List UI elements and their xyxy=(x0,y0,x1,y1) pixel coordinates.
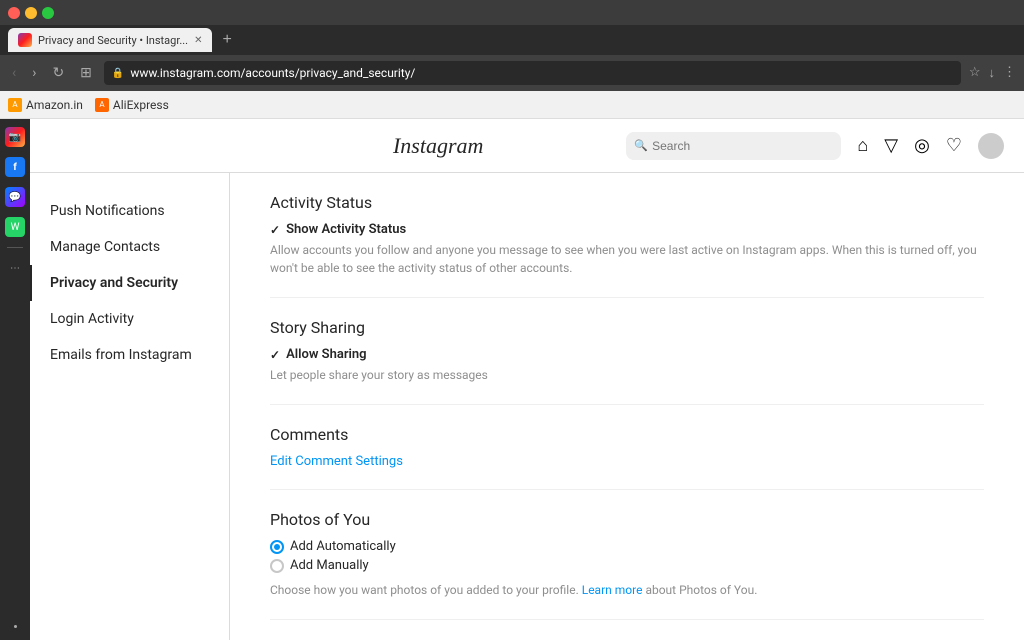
ali-label: AliExpress xyxy=(113,98,169,112)
close-traffic-light[interactable] xyxy=(8,7,20,19)
dock-messenger[interactable]: 💬 xyxy=(5,187,25,207)
main-content: Instagram 🔍 ⌂ ▽ ◎ ♡ Push Notifications xyxy=(30,119,1024,640)
maximize-traffic-light[interactable] xyxy=(42,7,54,19)
user-avatar[interactable] xyxy=(978,133,1004,159)
dock-more[interactable]: ⋯ xyxy=(5,258,25,278)
activity-status-desc: Allow accounts you follow and anyone you… xyxy=(270,241,984,277)
content-area: Push Notifications Manage Contacts Priva… xyxy=(30,173,1024,640)
tab-favicon xyxy=(18,33,32,47)
macos-dock: 📷 f 💬 W ⋯ xyxy=(0,119,30,640)
sidebar-item-login-activity[interactable]: Login Activity xyxy=(30,301,229,337)
comments-title: Comments xyxy=(270,425,984,444)
address-bar: ‹ › ↻ ⊞ 🔒 www.instagram.com/accounts/pri… xyxy=(0,55,1024,91)
photos-of-you-section: Photos of You Add Automatically Add Manu… xyxy=(270,510,984,620)
radio-add-manually[interactable]: Add Manually xyxy=(270,558,984,573)
search-icon: 🔍 xyxy=(634,139,648,152)
dock-divider xyxy=(7,247,23,248)
radio-group-photos: Add Automatically Add Manually xyxy=(270,539,984,573)
bookmark-aliexpress[interactable]: A AliExpress xyxy=(95,98,169,112)
search-input[interactable] xyxy=(652,139,833,153)
radio-auto-circle xyxy=(270,540,284,554)
instagram-logo: Instagram xyxy=(393,133,483,159)
address-bar-icons: ☆ ↓ ⋮ xyxy=(969,65,1016,81)
forward-button[interactable]: › xyxy=(28,63,40,83)
sidebar-item-emails[interactable]: Emails from Instagram xyxy=(30,337,229,373)
lock-icon: 🔒 xyxy=(112,68,124,79)
radio-add-automatically[interactable]: Add Automatically xyxy=(270,539,984,554)
dock-instagram[interactable]: 📷 xyxy=(5,127,25,147)
sidebar-item-push-notifications[interactable]: Push Notifications xyxy=(30,193,229,229)
url-text: www.instagram.com/accounts/privacy_and_s… xyxy=(130,66,415,80)
comments-section: Comments Edit Comment Settings xyxy=(270,425,984,490)
bookmark-amazon[interactable]: A Amazon.in xyxy=(8,98,83,112)
back-button[interactable]: ‹ xyxy=(8,63,20,83)
show-activity-label: Show Activity Status xyxy=(286,222,406,237)
ig-header: Instagram 🔍 ⌂ ▽ ◎ ♡ xyxy=(30,119,1024,173)
search-bar[interactable]: 🔍 xyxy=(626,132,841,160)
sidebar-item-manage-contacts[interactable]: Manage Contacts xyxy=(30,229,229,265)
allow-sharing-item: ✓ Allow Sharing xyxy=(270,347,984,362)
edit-comment-settings-link[interactable]: Edit Comment Settings xyxy=(270,454,984,469)
dock-facebook[interactable]: f xyxy=(5,157,25,177)
activity-status-section: Activity Status ✓ Show Activity Status A… xyxy=(270,193,984,298)
photos-desc: Choose how you want photos of you added … xyxy=(270,581,984,599)
ali-icon: A xyxy=(95,98,109,112)
story-sharing-section: Story Sharing ✓ Allow Sharing Let people… xyxy=(270,318,984,405)
amazon-icon: A xyxy=(8,98,22,112)
tab-title: Privacy and Security • Instagr... xyxy=(38,34,188,47)
photos-of-you-title: Photos of You xyxy=(270,510,984,529)
show-activity-status-item: ✓ Show Activity Status xyxy=(270,222,984,237)
checkmark-icon-2: ✓ xyxy=(270,348,280,362)
amazon-label: Amazon.in xyxy=(26,98,83,112)
active-tab[interactable]: Privacy and Security • Instagr... ✕ xyxy=(8,28,212,52)
download-icon[interactable]: ↓ xyxy=(989,65,996,81)
reload-button[interactable]: ↻ xyxy=(48,63,68,83)
checkmark-icon: ✓ xyxy=(270,223,280,237)
url-bar[interactable]: 🔒 www.instagram.com/accounts/privacy_and… xyxy=(104,61,961,85)
compass-icon[interactable]: ◎ xyxy=(914,135,930,156)
story-sharing-title: Story Sharing xyxy=(270,318,984,337)
home-button[interactable]: ⊞ xyxy=(76,63,96,83)
dock-dot xyxy=(14,625,17,628)
radio-manual-label: Add Manually xyxy=(290,558,369,573)
explore-filter-icon[interactable]: ▽ xyxy=(884,135,898,156)
learn-more-link[interactable]: Learn more xyxy=(582,583,643,597)
tab-bar: Privacy and Security • Instagr... ✕ + xyxy=(0,25,1024,55)
settings-sidebar: Push Notifications Manage Contacts Priva… xyxy=(30,173,230,640)
app-layout: 📷 f 💬 W ⋯ Instagram 🔍 ⌂ ▽ ◎ ♡ xyxy=(0,119,1024,640)
dock-whatsapp[interactable]: W xyxy=(5,217,25,237)
traffic-lights xyxy=(8,7,54,19)
allow-sharing-label: Allow Sharing xyxy=(286,347,367,362)
new-tab-button[interactable]: + xyxy=(218,31,235,49)
activity-status-title: Activity Status xyxy=(270,193,984,212)
home-icon[interactable]: ⌂ xyxy=(857,135,868,156)
tab-close-button[interactable]: ✕ xyxy=(194,35,202,46)
radio-manual-circle xyxy=(270,559,284,573)
sidebar-item-privacy-security[interactable]: Privacy and Security xyxy=(30,265,229,301)
browser-chrome xyxy=(0,0,1024,25)
story-sharing-desc: Let people share your story as messages xyxy=(270,366,984,384)
star-icon[interactable]: ☆ xyxy=(969,65,981,81)
heart-icon[interactable]: ♡ xyxy=(946,135,962,156)
bookmarks-bar: A Amazon.in A AliExpress xyxy=(0,91,1024,119)
menu-icon[interactable]: ⋮ xyxy=(1003,65,1016,81)
settings-main: Activity Status ✓ Show Activity Status A… xyxy=(230,173,1024,640)
radio-auto-label: Add Automatically xyxy=(290,539,396,554)
minimize-traffic-light[interactable] xyxy=(25,7,37,19)
